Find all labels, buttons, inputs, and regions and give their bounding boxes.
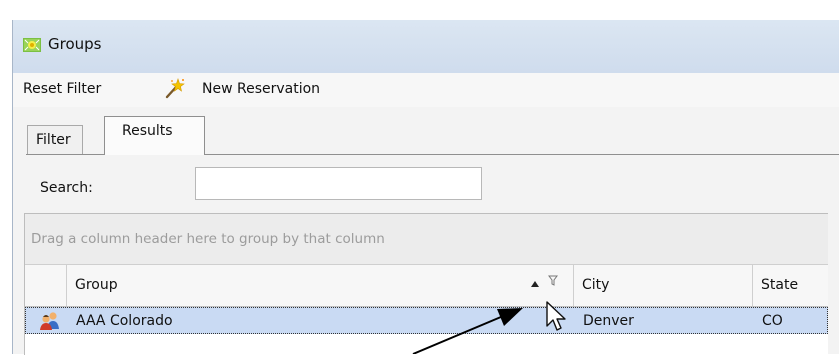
sort-ascending-icon[interactable] <box>530 280 540 288</box>
column-header-group[interactable]: Group <box>67 265 574 306</box>
column-header-state-label: State <box>761 277 799 293</box>
tab-results[interactable]: Results <box>104 116 205 155</box>
cell-city: Denver <box>583 313 634 329</box>
groups-icon <box>23 38 41 52</box>
window-title: Groups <box>48 35 102 53</box>
search-label: Search: <box>40 180 93 196</box>
new-reservation-button[interactable]: New Reservation <box>202 81 320 97</box>
column-header-city[interactable]: City <box>574 265 753 306</box>
group-people-icon <box>40 312 59 330</box>
tab-filter-label: Filter <box>36 132 71 148</box>
results-grid: Drag a column header here to group by th… <box>24 213 828 355</box>
tab-strip: Filter Results <box>13 107 839 155</box>
column-header-city-label: City <box>582 277 610 293</box>
mouse-cursor-icon <box>546 301 566 331</box>
group-by-panel[interactable]: Drag a column header here to group by th… <box>25 214 828 265</box>
grid-header-row: Group City State <box>25 265 828 307</box>
title-bar: Groups <box>13 20 839 73</box>
column-filter-icon[interactable] <box>548 275 558 286</box>
column-header-group-label: Group <box>75 277 118 293</box>
reset-filter-button[interactable]: Reset Filter <box>23 81 101 97</box>
table-row[interactable]: AAA Colorado Denver CO <box>25 307 828 334</box>
tab-results-label: Results <box>122 123 173 139</box>
tab-filter[interactable]: Filter <box>27 125 83 154</box>
row-indicator-header <box>25 265 67 306</box>
column-header-state[interactable]: State <box>753 265 828 306</box>
magic-wand-icon[interactable] <box>162 77 186 101</box>
group-by-hint: Drag a column header here to group by th… <box>31 231 385 247</box>
search-input[interactable] <box>195 167 482 200</box>
cell-state: CO <box>762 313 783 329</box>
toolbar: Reset Filter New Reservation <box>13 73 839 108</box>
cell-group: AAA Colorado <box>76 313 173 329</box>
